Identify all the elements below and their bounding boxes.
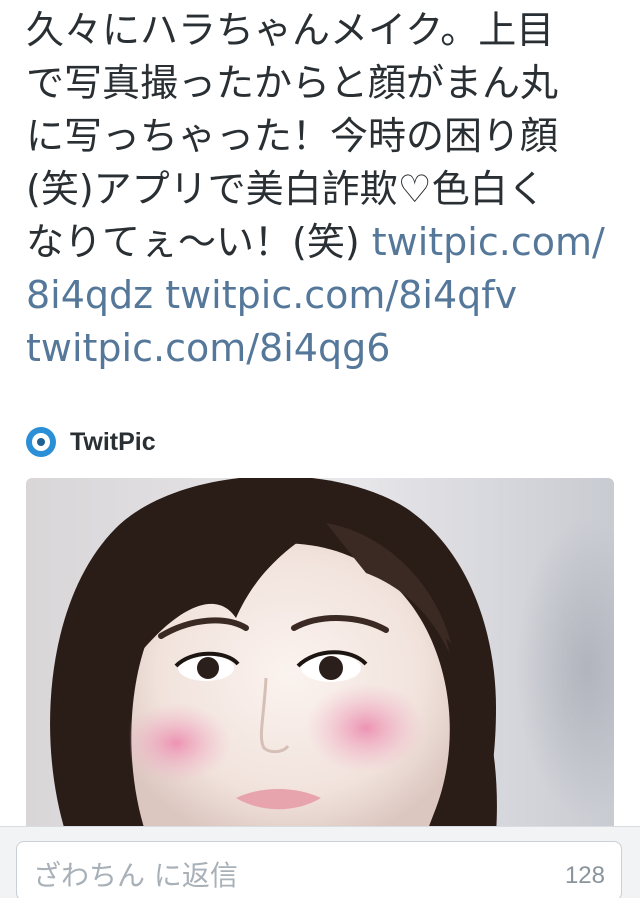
reply-placeholder: ざわちん に返信: [33, 859, 238, 892]
twitpic-link-2[interactable]: twitpic.com/8i4qfv: [165, 273, 517, 317]
tweet-detail-screen: 久々にハラちゃんメイク。上目 で写真撮ったからと顔がまん丸 に写っちゃった！今時…: [0, 0, 640, 898]
media-provider-name: TwitPic: [70, 427, 156, 456]
tweet-text-line: (笑)アプリで美白詐欺♡色白く: [26, 167, 546, 211]
character-count: 128: [564, 862, 605, 889]
twitpic-link-1-continued[interactable]: 8i4qdz: [26, 273, 153, 317]
reply-bar: ざわちん に返信 128: [0, 826, 640, 898]
tweet-text-line: で写真撮ったからと顔がまん丸: [26, 61, 559, 105]
tweet-text-line-with-link: なりてぇ〜い！(笑) twitpic.com/: [26, 216, 626, 269]
tweet-text-line: に写っちゃった！今時の困り顔: [26, 114, 559, 158]
twitpic-link-3[interactable]: twitpic.com/8i4qg6: [26, 326, 390, 370]
twitpic-logo-icon: [26, 427, 56, 457]
tweet-text: 久々にハラちゃんメイク。上目 で写真撮ったからと顔がまん丸 に写っちゃった！今時…: [26, 4, 626, 375]
tweet-photo[interactable]: [26, 478, 614, 834]
tweet-link-line: twitpic.com/8i4qg6: [26, 322, 626, 375]
twitpic-link-1[interactable]: twitpic.com/: [372, 220, 605, 264]
tweet-link-line: 8i4qdz twitpic.com/8i4qfv: [26, 269, 626, 322]
media-card-header[interactable]: TwitPic: [26, 420, 156, 464]
reply-input[interactable]: ざわちん に返信 128: [16, 841, 622, 898]
tweet-text-line: 久々にハラちゃんメイク。上目: [26, 8, 555, 52]
tweet-text-segment: なりてぇ〜い！(笑): [26, 220, 372, 264]
